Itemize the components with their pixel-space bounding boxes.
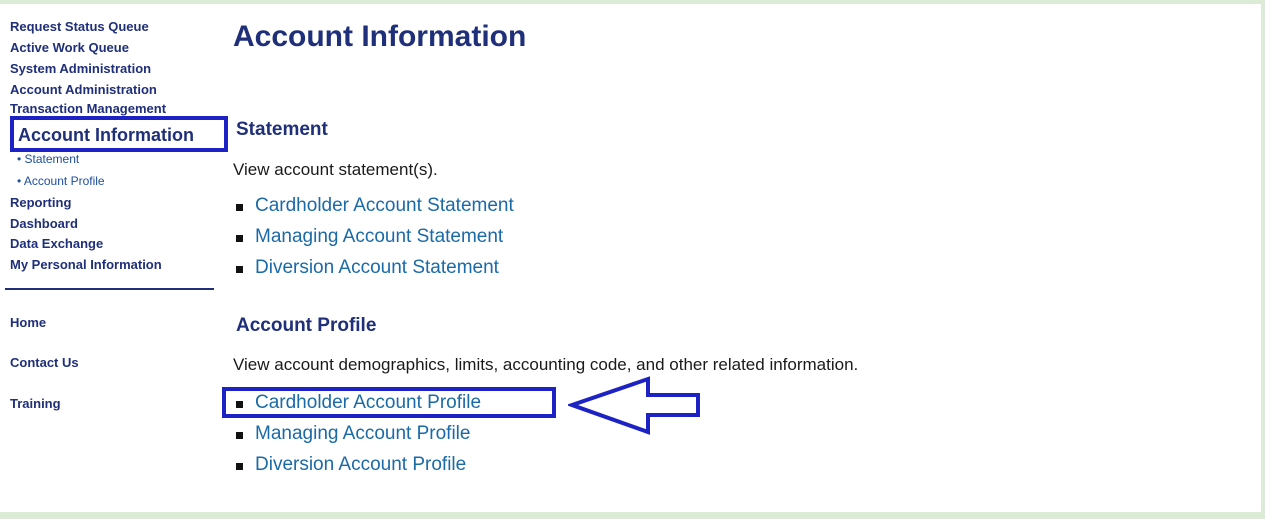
section-description-account-profile: View account demographics, limits, accou… <box>233 355 859 374</box>
sidebar-link-system-administration[interactable]: System Administration <box>10 61 151 76</box>
sidebar-link-dashboard[interactable]: Dashboard <box>10 216 78 231</box>
link-managing-account-profile[interactable]: Managing Account Profile <box>255 423 470 445</box>
section-heading-statement: Statement <box>236 119 328 140</box>
bullet-icon <box>236 463 243 470</box>
frame-bottom-border <box>0 512 1265 519</box>
sidebar-link-account-administration[interactable]: Account Administration <box>10 82 157 97</box>
left-arrow-icon <box>568 376 700 435</box>
link-diversion-account-profile[interactable]: Diversion Account Profile <box>255 454 466 476</box>
frame-right-border <box>1261 0 1265 519</box>
sidebar-link-active-work-queue[interactable]: Active Work Queue <box>10 40 129 55</box>
bullet-icon <box>236 235 243 242</box>
bullet-icon <box>236 432 243 439</box>
sidebar-subitem-account-profile[interactable]: • Account Profile <box>17 174 105 188</box>
section-heading-account-profile: Account Profile <box>236 315 377 336</box>
page-title: Account Information <box>233 20 527 53</box>
section-description-statement: View account statement(s). <box>233 160 438 179</box>
sidebar-link-my-personal-information[interactable]: My Personal Information <box>10 257 162 272</box>
sidebar-link-reporting[interactable]: Reporting <box>10 195 71 210</box>
link-cardholder-account-statement[interactable]: Cardholder Account Statement <box>255 195 514 217</box>
sidebar-link-data-exchange[interactable]: Data Exchange <box>10 236 103 251</box>
sidebar-link-home[interactable]: Home <box>10 315 46 330</box>
frame-top-border <box>0 0 1265 4</box>
sidebar-link-transaction-management[interactable]: Transaction Management <box>10 101 166 116</box>
sidebar-link-contact-us[interactable]: Contact Us <box>10 355 79 370</box>
bullet-icon <box>236 204 243 211</box>
highlight-box-cardholder-profile <box>222 387 556 418</box>
link-managing-account-statement[interactable]: Managing Account Statement <box>255 226 503 248</box>
sidebar-link-training[interactable]: Training <box>10 396 61 411</box>
sidebar-divider <box>5 288 214 290</box>
link-diversion-account-statement[interactable]: Diversion Account Statement <box>255 257 499 279</box>
sidebar-link-request-status-queue[interactable]: Request Status Queue <box>10 19 149 34</box>
sidebar-subitem-statement[interactable]: • Statement <box>17 152 79 166</box>
sidebar-active-account-information[interactable]: Account Information <box>10 116 228 152</box>
sidebar-active-label: Account Information <box>18 125 194 145</box>
bullet-icon <box>236 266 243 273</box>
